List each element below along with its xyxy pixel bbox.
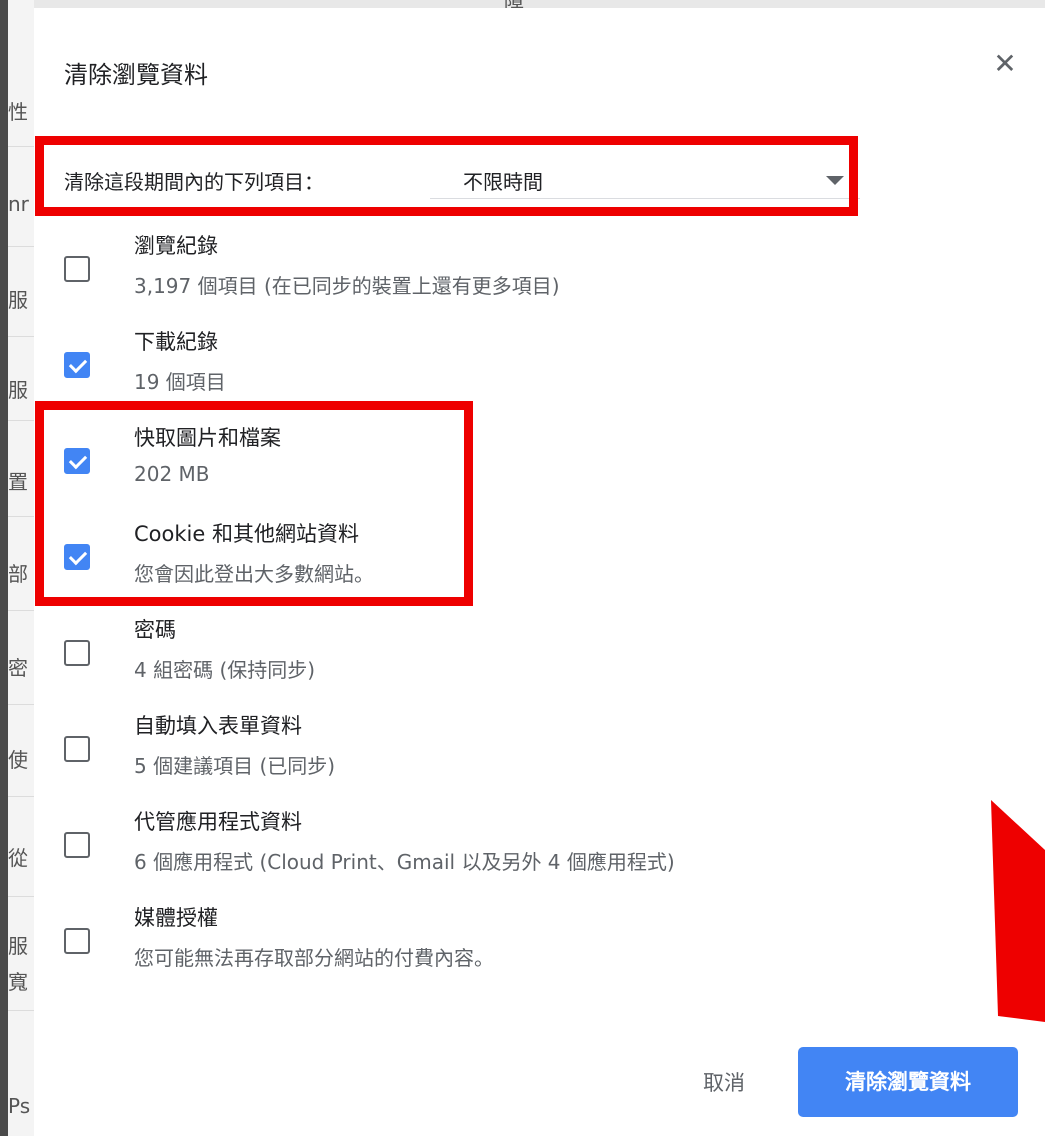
option-description: 202 MB: [134, 462, 210, 486]
checkbox[interactable]: [64, 928, 90, 954]
option-label: 自動填入表單資料: [134, 714, 302, 738]
option-label: 瀏覽紀錄: [134, 234, 218, 258]
option-label: 下載紀錄: [134, 330, 218, 354]
option-description: 您可能無法再存取部分網站的付費內容。: [134, 946, 494, 970]
option-label: Cookie 和其他網站資料: [134, 522, 359, 546]
option-autofill[interactable]: 自動填入表單資料 5 個建議項目 (已同步): [64, 710, 1004, 790]
background-text-fragment: 服: [8, 934, 28, 958]
background-text-fragment: 密: [8, 656, 28, 680]
background-text-fragment: 從: [8, 846, 28, 870]
background-text-fragment: Ps: [8, 1094, 31, 1118]
background-text-fragment: 服: [8, 378, 28, 402]
background-text-fragment: 性: [8, 100, 28, 124]
option-label: 媒體授權: [134, 906, 218, 930]
option-download-history[interactable]: 下載紀錄 19 個項目: [64, 326, 1004, 406]
time-range-selected-value: 不限時間: [463, 170, 543, 194]
clear-browsing-data-dialog: 清除瀏覽資料 ✕ 清除這段期間內的下列項目： 不限時間 瀏覽紀錄 3,197 個…: [34, 8, 1045, 1136]
background-text-fragment: 置: [8, 470, 28, 494]
checkbox[interactable]: [64, 352, 90, 378]
checkbox[interactable]: [64, 640, 90, 666]
window-edge: [0, 0, 8, 1136]
option-label: 代管應用程式資料: [134, 810, 302, 834]
dropdown-arrow-icon: [826, 176, 844, 185]
checkbox[interactable]: [64, 544, 90, 570]
background-text-fragment: 寬: [8, 970, 28, 994]
close-icon[interactable]: ✕: [989, 48, 1021, 80]
option-hosted-app-data[interactable]: 代管應用程式資料 6 個應用程式 (Cloud Print、Gmail 以及另外…: [64, 806, 1004, 886]
option-media-licenses[interactable]: 媒體授權 您可能無法再存取部分網站的付費內容。: [64, 902, 1004, 982]
option-browsing-history[interactable]: 瀏覽紀錄 3,197 個項目 (在已同步的裝置上還有更多項目): [64, 230, 1004, 310]
option-description: 您會因此登出大多數網站。: [134, 562, 374, 586]
option-description: 5 個建議項目 (已同步): [134, 754, 336, 778]
option-description: 6 個應用程式 (Cloud Print、Gmail 以及另外 4 個應用程式): [134, 850, 675, 874]
option-description: 3,197 個項目 (在已同步的裝置上還有更多項目): [134, 274, 560, 298]
screen: 性 nr 服 服 置 部 密 使 從 服 寬 Ps 障 清除瀏覽資料 ✕ 清除這…: [0, 0, 1045, 1136]
background-text-fragment: 服: [8, 288, 28, 312]
option-label: 密碼: [134, 618, 176, 642]
dialog-title: 清除瀏覽資料: [64, 61, 208, 89]
option-label: 快取圖片和檔案: [134, 426, 281, 450]
checkbox[interactable]: [64, 832, 90, 858]
checkbox[interactable]: [64, 736, 90, 762]
clear-data-button[interactable]: 清除瀏覽資料: [798, 1047, 1018, 1117]
checkbox[interactable]: [64, 256, 90, 282]
background-text-fragment: nr: [8, 192, 29, 216]
time-range-row: 清除這段期間內的下列項目： 不限時間: [64, 158, 860, 199]
checkbox[interactable]: [64, 448, 90, 474]
option-description: 19 個項目: [134, 370, 226, 394]
option-description: 4 組密碼 (保持同步): [134, 658, 316, 682]
option-cached-images[interactable]: 快取圖片和檔案 202 MB: [64, 422, 1004, 502]
option-passwords[interactable]: 密碼 4 組密碼 (保持同步): [64, 614, 1004, 694]
background-top-strip: 障: [34, 0, 1045, 14]
time-range-label: 清除這段期間內的下列項目：: [64, 170, 324, 194]
background-text-fragment: 使: [8, 748, 28, 772]
time-range-dropdown[interactable]: 不限時間: [430, 158, 860, 199]
cancel-button[interactable]: 取消: [664, 1053, 784, 1113]
option-cookies[interactable]: Cookie 和其他網站資料 您會因此登出大多數網站。: [64, 518, 1004, 598]
background-text-fragment: 部: [8, 562, 28, 586]
